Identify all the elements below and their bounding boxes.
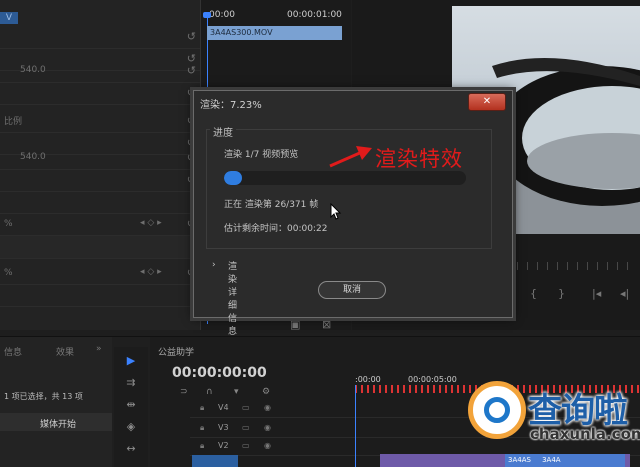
track-select-icon[interactable]: ⇉ [122, 375, 140, 391]
track-label: V2 [218, 441, 229, 450]
expand-arrow-icon: › [212, 260, 216, 270]
selection-count: 1 项已选择，共 13 项 [4, 392, 83, 401]
keyframe-nav-icon[interactable]: ◂ ◇ ▸ [140, 267, 162, 277]
track-v1-target[interactable] [192, 455, 238, 467]
position-row: 540.0 ↺ [0, 60, 200, 83]
render-details-toggle[interactable]: › 渲染详细信息 [212, 259, 237, 337]
export-frame-icon[interactable]: ▣ [290, 318, 300, 331]
lock-icon[interactable]: 🔒︎ [200, 441, 204, 451]
ruler-mid: 00:00:05:00 [408, 375, 457, 384]
effect-row [0, 284, 200, 307]
scale-label: 比例 [4, 117, 23, 127]
progress-bar-fill [224, 171, 242, 185]
add-marker-icon[interactable]: ▾ [234, 387, 239, 397]
frame-progress-text: 正在 渲染第 26/371 帧 [224, 200, 319, 210]
eye-icon[interactable]: ◉ [264, 423, 271, 432]
mark-in-icon[interactable]: { [530, 287, 537, 300]
timeline-timecode[interactable]: 00:00:00:00 [172, 365, 267, 381]
lock-icon[interactable]: 🔒︎ [200, 423, 204, 433]
wrench-icon[interactable]: ⚙ [262, 387, 270, 397]
clip-bar[interactable]: 3A4AS300.MOV [207, 26, 342, 40]
media-start-header[interactable]: 媒体开始 [40, 417, 76, 430]
reset-icon[interactable]: ↺ [187, 64, 196, 77]
sync-icon[interactable]: ▭ [242, 441, 250, 450]
timeline-playhead[interactable] [355, 385, 356, 467]
keyframe-nav-icon[interactable]: ◂ ◇ ▸ [140, 218, 162, 228]
mouse-cursor-icon [330, 203, 342, 220]
effect-controls-tab[interactable]: V [0, 12, 18, 24]
track-label: V4 [218, 403, 229, 412]
opacity-unit: % [4, 219, 13, 229]
razor-tool-icon[interactable]: ◈ [122, 419, 140, 435]
ripple-edit-icon[interactable]: ⇹ [122, 397, 140, 413]
effect-row: ↺ [0, 26, 200, 49]
ruler-start: :00:00 [355, 375, 381, 384]
position-y-value[interactable]: 540.0 [20, 65, 46, 75]
monitor-ruler[interactable] [517, 262, 637, 270]
eye-icon[interactable]: ◉ [264, 441, 271, 450]
progress-group-label: 进度 [210, 124, 236, 139]
info-tab[interactable]: 信息 [4, 345, 22, 358]
step-back-icon[interactable]: ◂| [620, 287, 629, 300]
annotation-arrow-icon [329, 146, 372, 168]
reset-icon[interactable]: ↺ [187, 30, 196, 43]
effect-row [0, 236, 200, 259]
sync-icon[interactable]: ▭ [242, 423, 250, 432]
opacity-row-2: % ◂ ◇ ▸ ↺ [0, 262, 200, 285]
render-step-text: 渲染 1/7 视频预览 [224, 150, 299, 160]
panel-overflow-icon[interactable]: » [96, 344, 102, 354]
sync-icon[interactable]: ▭ [242, 403, 250, 412]
annotation-text: 渲染特效 [375, 147, 463, 171]
anchor-row: 540.0 ↺ [0, 147, 200, 170]
linked-selection-icon[interactable]: ∩ [206, 387, 213, 397]
time-remaining-text: 估计剩余时间：00:00:22 [224, 224, 328, 234]
track-label: V3 [218, 423, 229, 432]
effect-row: ↺ [0, 169, 200, 192]
anchor-y-value[interactable]: 540.0 [20, 152, 46, 162]
close-x-icon: ✕ [482, 96, 492, 107]
project-panel: 信息 效果 » 1 项已选择，共 13 项 媒体开始 [0, 337, 112, 467]
render-dialog: 渲染：7.23% ✕ 进度 渲染 1/7 视频预览 正在 渲染第 26/371 … [193, 90, 513, 337]
effect-row [0, 191, 200, 214]
progress-bar [224, 171, 466, 185]
opacity-row: % ◂ ◇ ▸ ↺ [0, 213, 200, 236]
opacity-unit: % [4, 268, 13, 278]
watermark: 查询啦 chaxunla.com [468, 381, 640, 466]
snap-icon[interactable]: ⊃ [180, 387, 188, 397]
settings-icon[interactable]: ⊠ [322, 318, 331, 331]
dialog-title: 渲染：7.23% [200, 100, 262, 111]
go-to-in-icon[interactable]: |◂ [592, 287, 601, 300]
close-button[interactable]: ✕ [468, 93, 506, 111]
effect-controls-panel: V ↺ ↺ 540.0 ↺ ↺ 比例 ↺ ↺ 540.0 ↺ ↺ % ◂ ◇ ▸… [0, 0, 200, 330]
cancel-button[interactable]: 取消 [318, 281, 386, 299]
lock-icon[interactable]: 🔒︎ [200, 403, 204, 413]
mini-timeline-start: 00:00 [209, 10, 235, 20]
render-details-label: 渲染详细信息 [228, 262, 238, 337]
slip-tool-icon[interactable]: ↔ [122, 441, 140, 457]
sequence-tab[interactable]: 公益助学 [158, 345, 194, 358]
effect-row: ↺ [0, 82, 200, 105]
mark-out-icon[interactable]: } [558, 287, 565, 300]
effects-tab[interactable]: 效果 [56, 345, 74, 358]
tools-panel: ▶ ⇉ ⇹ ◈ ↔ [114, 347, 148, 467]
watermark-logo-icon [468, 381, 526, 439]
mini-timeline-end: 00:00:01:00 [287, 10, 342, 20]
selection-tool-icon[interactable]: ▶ [122, 353, 140, 369]
scale-row: 比例 ↺ [0, 110, 200, 133]
watermark-subtitle: chaxunla.com [530, 425, 640, 443]
eye-icon[interactable]: ◉ [264, 403, 271, 412]
